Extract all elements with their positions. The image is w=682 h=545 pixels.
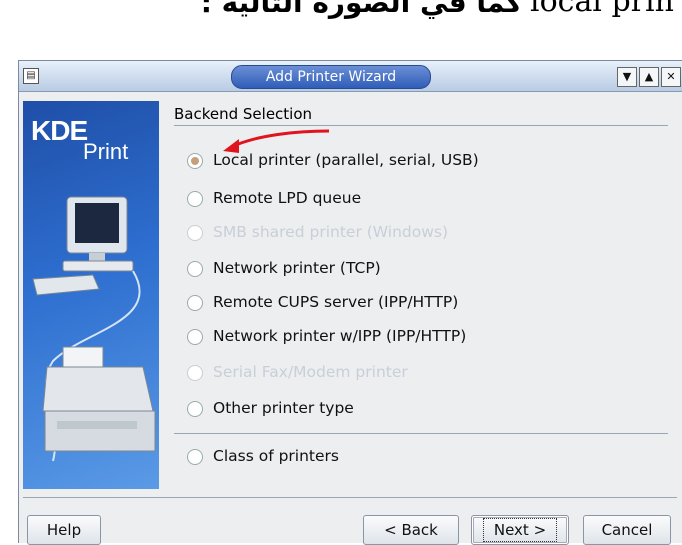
option-remote-lpd[interactable]: Remote LPD queue xyxy=(187,187,647,211)
caption-latin: local prin xyxy=(530,0,674,19)
add-printer-wizard-window: ▤ Add Printer Wizard ▼ ▲ ✕ KDE Print Back xyxy=(18,60,682,545)
title-pill: Add Printer Wizard xyxy=(231,65,431,89)
option-label: Class of printers xyxy=(213,447,339,465)
radio-network-tcp[interactable] xyxy=(187,261,203,277)
shade-icon[interactable]: ▼ xyxy=(617,67,637,87)
next-button[interactable]: Next > xyxy=(471,515,569,545)
radio-other-type[interactable] xyxy=(187,401,203,417)
help-button[interactable]: Help xyxy=(27,515,101,545)
section-title: Backend Selection xyxy=(174,105,313,123)
option-label: Network printer (TCP) xyxy=(213,259,381,277)
option-label: SMB shared printer (Windows) xyxy=(213,223,449,241)
option-network-ipp[interactable]: Network printer w/IPP (IPP/HTTP) xyxy=(187,325,647,349)
back-button[interactable]: < Back xyxy=(363,515,459,545)
option-class-of-printers[interactable]: Class of printers xyxy=(187,445,647,469)
option-serial-fax: Serial Fax/Modem printer xyxy=(187,361,647,385)
window-controls: ▼ ▲ ✕ xyxy=(615,67,681,87)
caption-arabic: كما في الصورة التالية : xyxy=(200,0,522,19)
title-bar[interactable]: ▤ Add Printer Wizard ▼ ▲ ✕ xyxy=(19,61,682,92)
next-button-label: Next > xyxy=(482,518,558,542)
options-divider xyxy=(174,433,668,434)
close-icon[interactable]: ✕ xyxy=(661,67,681,87)
option-smb-shared: SMB shared printer (Windows) xyxy=(187,221,647,245)
wizard-side-image: KDE Print xyxy=(23,101,159,489)
option-label: Other printer type xyxy=(213,399,354,417)
option-remote-cups[interactable]: Remote CUPS server (IPP/HTTP) xyxy=(187,291,647,315)
printer-illustration-icon xyxy=(32,196,156,462)
option-label: Remote LPD queue xyxy=(213,189,362,207)
radio-network-ipp[interactable] xyxy=(187,329,203,345)
cancel-button[interactable]: Cancel xyxy=(583,515,671,545)
window-menu-icon[interactable]: ▤ xyxy=(23,68,39,84)
page-caption: كما في الصورة التالية : local prin xyxy=(0,0,682,48)
option-network-tcp[interactable]: Network printer (TCP) xyxy=(187,257,647,281)
button-bar-divider xyxy=(23,497,677,498)
radio-serial-fax xyxy=(187,365,203,381)
annotation-arrow-icon xyxy=(223,129,330,153)
option-label: Remote CUPS server (IPP/HTTP) xyxy=(213,293,459,311)
maximize-icon[interactable]: ▲ xyxy=(639,67,659,87)
kde-logo: KDE xyxy=(31,115,88,146)
radio-smb-shared xyxy=(187,225,203,241)
option-label: Network printer w/IPP (IPP/HTTP) xyxy=(213,327,467,345)
radio-local-printer[interactable] xyxy=(187,153,203,169)
option-label: Serial Fax/Modem printer xyxy=(213,363,408,381)
radio-class-of-printers[interactable] xyxy=(187,449,203,465)
window-title: Add Printer Wizard xyxy=(265,69,397,85)
radio-remote-lpd[interactable] xyxy=(187,191,203,207)
option-other-type[interactable]: Other printer type xyxy=(187,397,647,421)
radio-remote-cups[interactable] xyxy=(187,295,203,311)
